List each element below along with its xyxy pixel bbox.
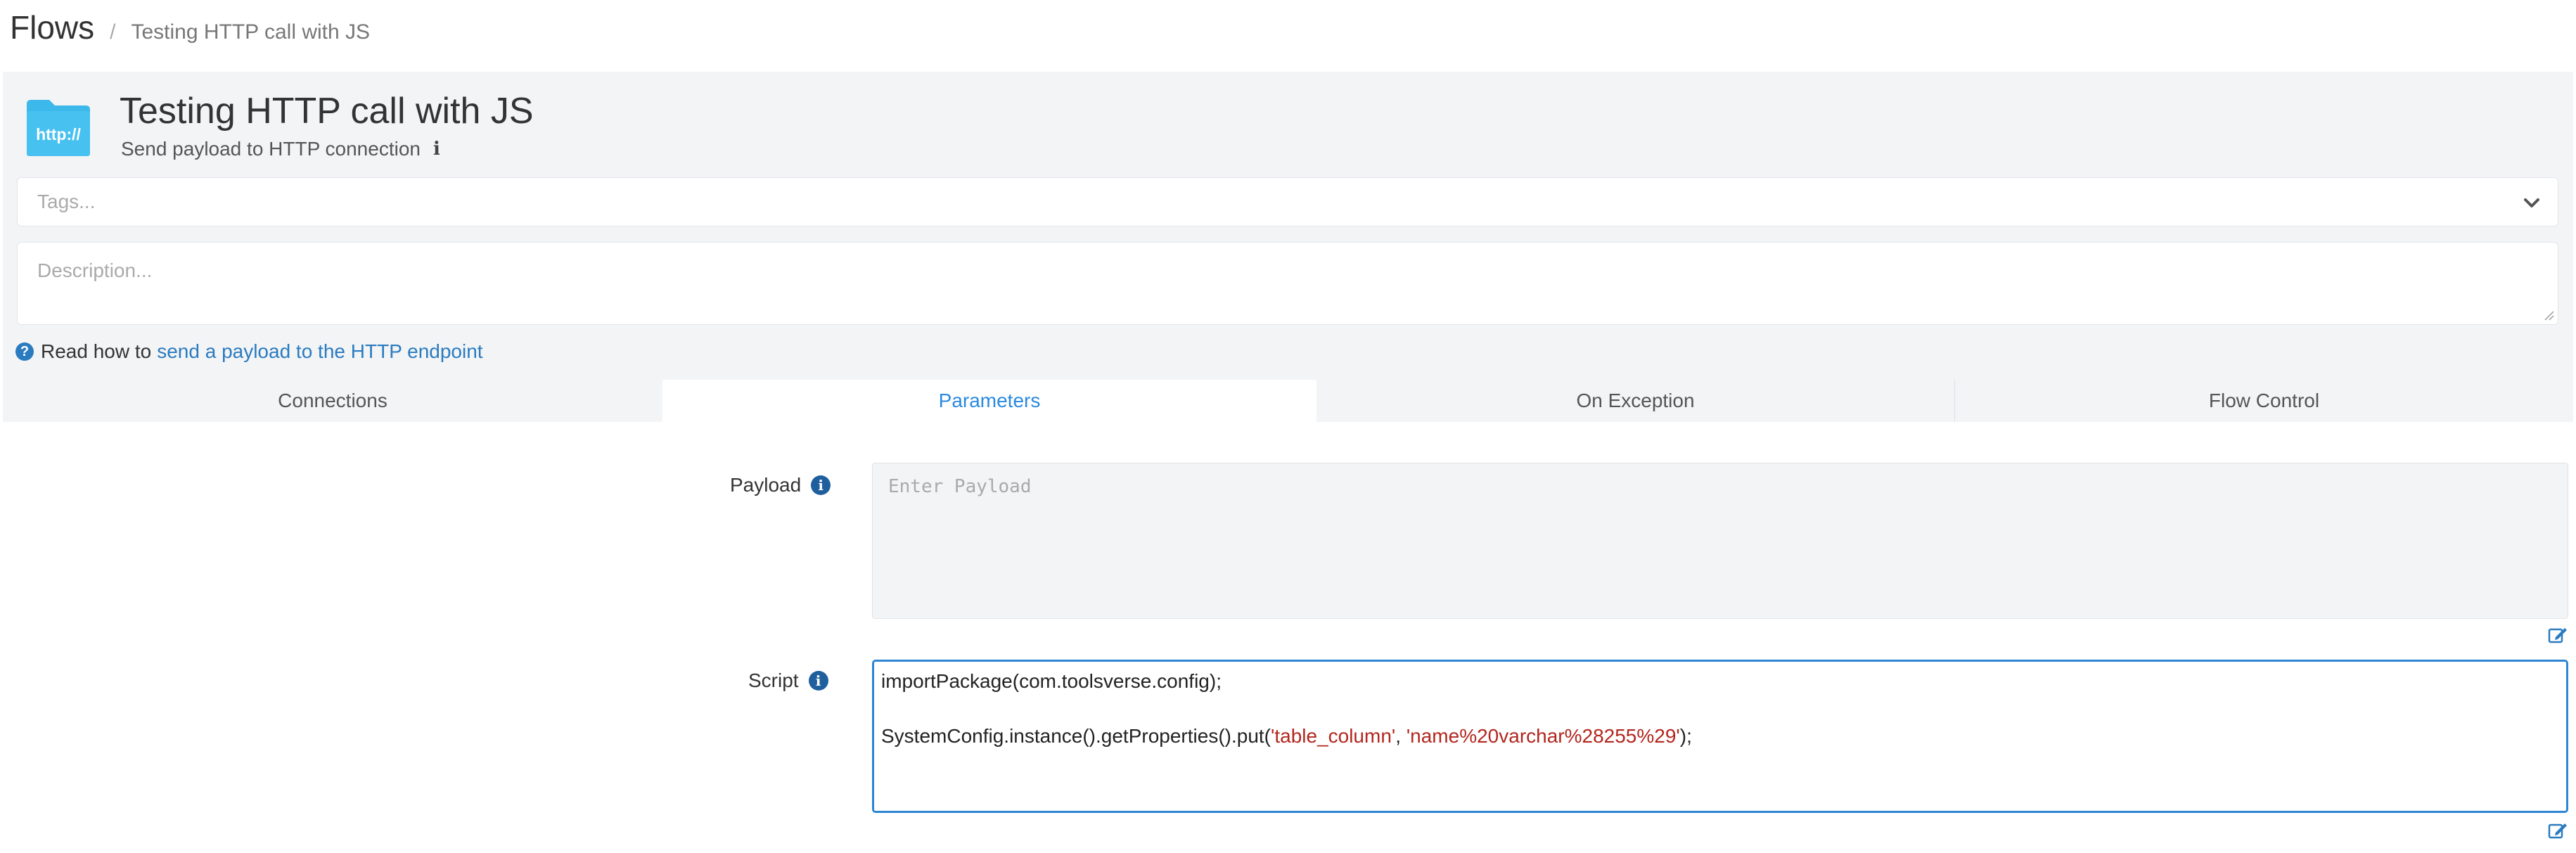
tab-on-exception[interactable]: On Exception bbox=[1316, 380, 1954, 422]
breadcrumb-separator: / bbox=[110, 20, 116, 44]
script-label-row: Script i bbox=[748, 669, 828, 692]
chevron-down-icon[interactable] bbox=[2520, 191, 2544, 214]
payload-label: Payload bbox=[730, 474, 802, 496]
script-editor[interactable]: importPackage(com.toolsverse.config); Sy… bbox=[872, 660, 2568, 813]
tab-connections[interactable]: Connections bbox=[3, 380, 662, 422]
question-circle-icon: ? bbox=[15, 342, 34, 361]
payload-placeholder: Enter Payload bbox=[888, 476, 1032, 497]
script-line-2: SystemConfig.instance().getProperties().… bbox=[881, 725, 1692, 748]
info-icon[interactable]: i bbox=[433, 139, 440, 160]
tags-placeholder: Tags... bbox=[37, 191, 96, 212]
script-string-2: 'name%20varchar%28255%29' bbox=[1406, 725, 1680, 747]
tab-flow-control[interactable]: Flow Control bbox=[1954, 380, 2573, 422]
help-link[interactable]: send a payload to the HTTP endpoint bbox=[157, 340, 482, 363]
flow-header-panel: http:// Testing HTTP call with JS Send p… bbox=[3, 72, 2573, 422]
payload-label-row: Payload i bbox=[730, 474, 831, 496]
help-prefix: Read how to bbox=[41, 340, 152, 362]
breadcrumb-root-flows[interactable]: Flows bbox=[10, 8, 94, 46]
edit-icon[interactable] bbox=[2547, 624, 2568, 646]
script-line-2-comma: , bbox=[1395, 725, 1406, 747]
edit-icon[interactable] bbox=[2547, 820, 2568, 841]
tab-parameters[interactable]: Parameters bbox=[662, 380, 1316, 422]
help-line: ? Read how to send a payload to the HTTP… bbox=[15, 340, 483, 363]
folder-http-icon: http:// bbox=[24, 97, 93, 158]
tags-select[interactable]: Tags... bbox=[17, 177, 2558, 226]
payload-editor[interactable]: Enter Payload bbox=[872, 463, 2568, 619]
info-circle-icon[interactable]: i bbox=[808, 671, 828, 691]
script-string-1: 'table_column' bbox=[1271, 725, 1396, 747]
flow-subtitle: Send payload to HTTP connection i bbox=[121, 138, 440, 160]
info-circle-icon[interactable]: i bbox=[811, 475, 831, 495]
resize-grip-icon[interactable] bbox=[2542, 309, 2555, 321]
folder-icon-label: http:// bbox=[36, 125, 81, 143]
flow-title[interactable]: Testing HTTP call with JS bbox=[120, 90, 534, 132]
tab-bar: Connections Parameters On Exception Flow… bbox=[3, 380, 2573, 422]
flow-subtitle-text: Send payload to HTTP connection bbox=[121, 138, 421, 160]
script-label: Script bbox=[748, 669, 799, 691]
description-textarea[interactable]: Description... bbox=[17, 242, 2558, 325]
script-line-1: importPackage(com.toolsverse.config); bbox=[881, 670, 1222, 692]
breadcrumb-current: Testing HTTP call with JS bbox=[131, 20, 371, 44]
breadcrumb: Flows / Testing HTTP call with JS bbox=[10, 8, 370, 53]
script-line-2-suffix: ); bbox=[1679, 725, 1692, 747]
description-placeholder: Description... bbox=[37, 259, 153, 281]
script-line-2-prefix: SystemConfig.instance().getProperties().… bbox=[881, 725, 1271, 747]
